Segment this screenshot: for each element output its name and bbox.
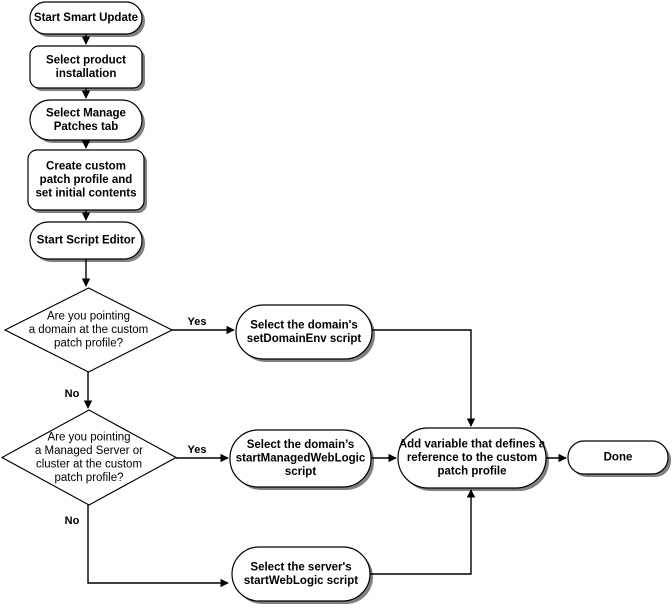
node-setdomainenv: Select the domain's setDomainEnv script: [235, 304, 373, 360]
node-label: set initial contents: [36, 188, 137, 200]
node-label: setDomainEnv script: [247, 333, 362, 345]
edge-label-e-d2-yes: Yes: [188, 444, 207, 456]
node-label: Patches tab: [54, 121, 119, 133]
node-label: Start Smart Update: [34, 12, 138, 24]
node-label: cluster at the custom: [36, 458, 142, 470]
node-select-manage-patches: Select Manage Patches tab: [29, 99, 143, 141]
node-startweblogic: Select the server's startWebLogic script: [231, 546, 371, 602]
node-label: patch profile: [437, 466, 506, 478]
edge-e-d2-no: [87, 505, 229, 588]
node-label: patch profile and: [40, 174, 133, 186]
edge-label-e-d1-no: No: [65, 388, 80, 400]
node-label: script: [285, 466, 316, 478]
node-label: startWebLogic script: [244, 575, 358, 587]
node-startmanagedweblogic: Select the domain’s startManagedWebLogics…: [229, 429, 372, 488]
node-label: Are you pointing: [47, 431, 130, 443]
node-label: patch profile?: [54, 472, 123, 484]
node-label: a Managed Server or: [35, 445, 143, 457]
node-label: Select Manage: [46, 107, 126, 119]
node-label: patch profile?: [54, 338, 123, 350]
node-start: Start Smart Update: [29, 1, 143, 35]
node-layer: Start Smart Update Select product installa…: [0, 1, 669, 602]
node-label: Are you pointing: [47, 311, 130, 323]
edge-label-e-d1-yes: Yes: [188, 316, 207, 328]
node-decision-managed-server: Are you pointing a Managed Server orclust…: [0, 409, 178, 506]
node-label: Done: [604, 452, 633, 464]
node-label: Select the domain’s: [247, 439, 355, 451]
node-label: Select product: [46, 54, 126, 66]
edge-label-e-d2-no: No: [65, 515, 80, 527]
node-decision-domain: Are you pointinga domain at the custom pa…: [3, 287, 174, 373]
edge-e-setdomainenv-add: [372, 329, 476, 427]
node-label: a domain at the custom: [29, 324, 149, 336]
node-label: installation: [56, 68, 117, 80]
node-label: Add variable that defines a: [399, 439, 546, 451]
node-label: Create custom: [46, 161, 126, 173]
node-label: Select the domain's: [250, 319, 358, 331]
node-label: Select the server's: [250, 561, 351, 573]
node-done: Done: [567, 440, 669, 475]
node-label: reference to the custom: [407, 452, 537, 464]
node-label: Start Script Editor: [37, 235, 136, 247]
node-select-product: Select product installation: [29, 45, 143, 89]
edge-e-swl-add: [370, 489, 476, 575]
node-add-variable: Add variable that defines areference to …: [397, 427, 547, 489]
node-start-script-editor: Start Script Editor: [29, 221, 143, 260]
node-shadow-layer: [31, 5, 671, 604]
node-create-profile: Create custompatch profile and set initia…: [27, 149, 145, 211]
flowchart-diagram: Start Smart Update Select product installa…: [0, 0, 672, 613]
node-label: startManagedWebLogic: [236, 453, 366, 465]
